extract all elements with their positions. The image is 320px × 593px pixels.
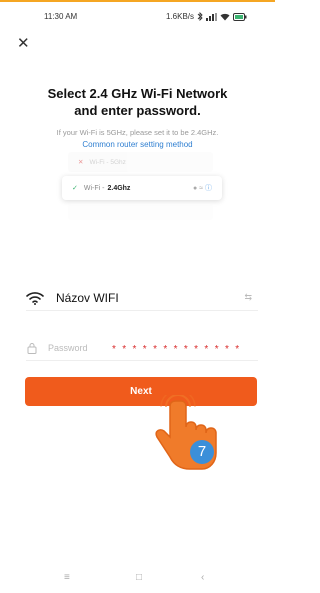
home-icon[interactable]: □ [136,572,142,583]
menu-icon[interactable]: ≡ [64,572,70,583]
hand-pointer-icon [155,395,217,470]
close-icon[interactable]: ✕ [17,36,30,51]
status-bar: 11:30 AM 1.6KB/s [0,8,275,28]
network-speed: 1.6KB/s [165,12,194,21]
network-5ghz-label: Wi-Fi - 5Ghz [89,158,126,166]
router-setting-link[interactable]: Common router setting method [20,140,255,149]
signal-icon [206,12,217,21]
network-24ghz-prefix: Wi-Fi - [83,184,105,192]
check-icon: ✓ [72,185,78,192]
wifi-icon [220,13,230,20]
system-nav-bar: ≡ □ ‹ [0,570,275,590]
title-line-1: Select 2.4 GHz Wi-Fi Network [47,86,228,101]
lock-icon [27,343,37,354]
status-time: 11:30 AM [44,12,78,21]
step-badge: 7 [190,440,214,464]
network-status-icons: ● ≈ ⓘ [193,183,212,193]
bluetooth-icon [197,12,203,21]
wifi-illustration: ✕ Wi-Fi - 5Ghz ✓ Wi-Fi - 2.4Ghz ● ≈ ⓘ [62,152,222,222]
back-icon[interactable]: ‹ [201,572,204,583]
network-5ghz-card: ✕ Wi-Fi - 5Ghz [68,152,213,172]
wifi-icon [26,292,44,305]
cross-icon: ✕ [78,159,84,166]
instruction-text: If your Wi-Fi is 5GHz, please set it to … [56,128,219,137]
network-24ghz-card: ✓ Wi-Fi - 2.4Ghz ● ≈ ⓘ [62,176,222,200]
signal-small-icon: ≈ [199,185,204,192]
switch-network-icon[interactable]: ⇆ [244,292,252,303]
status-icons: 1.6KB/s [166,12,247,21]
lock-dot-icon: ● [193,185,198,192]
ssid-field[interactable]: Názov WIFI ⇆ [26,286,258,311]
network-24ghz-band: 2.4Ghz [107,184,131,192]
battery-icon [233,12,247,21]
network-ghost-card [68,204,213,220]
password-input[interactable] [48,343,118,353]
ssid-value: Názov WIFI [56,291,119,305]
page-title: Select 2.4 GHz Wi-Fi Network and enter p… [20,85,255,119]
info-icon: ⓘ [205,185,212,192]
title-line-2: and enter password. [74,103,201,118]
status-accent-line [0,0,275,2]
password-annotation: * * * * * * * * * * * * * [112,344,241,355]
password-row: * * * * * * * * * * * * * [26,336,258,361]
